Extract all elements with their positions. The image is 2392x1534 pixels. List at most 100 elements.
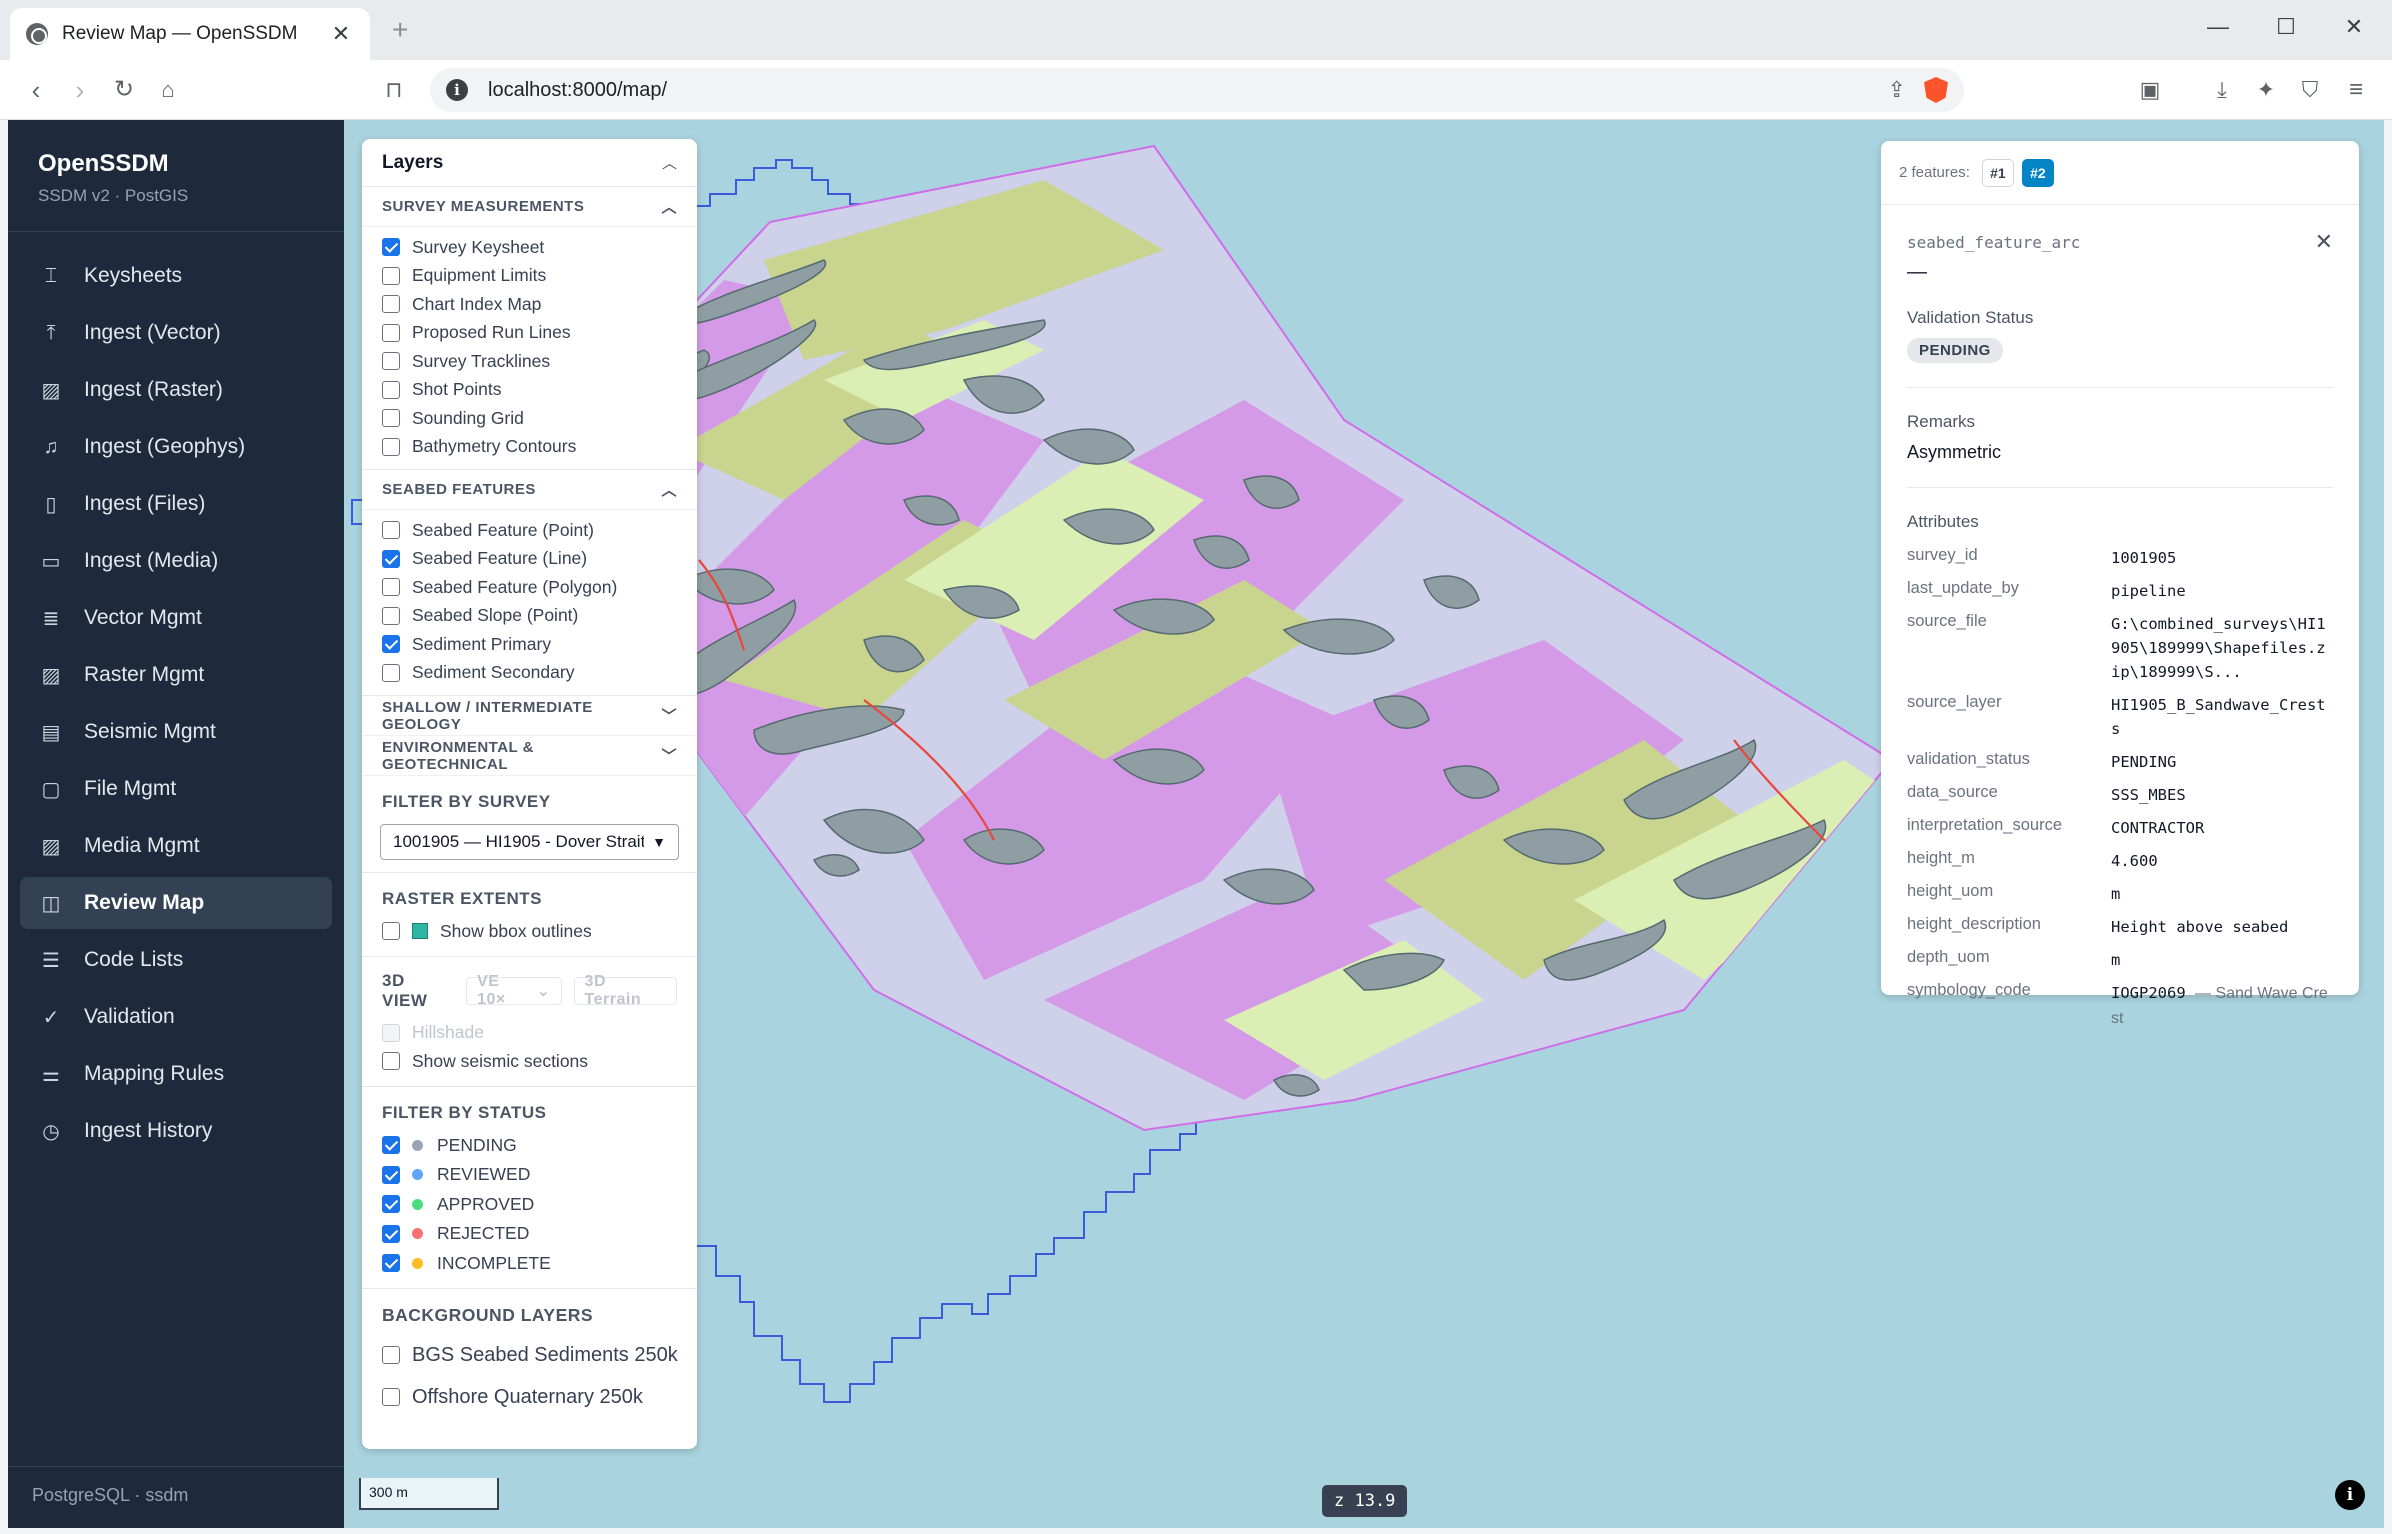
layer-toggle[interactable]: Chart Index Map — [362, 290, 697, 319]
layer-group-header[interactable]: ENVIRONMENTAL & GEOTECHNICAL ﹀ — [362, 736, 697, 776]
layer-toggle[interactable]: Seabed Feature (Point) — [362, 516, 697, 545]
address-bar[interactable]: i localhost:8000/map/ ⇪ — [430, 68, 1964, 112]
layer-toggle[interactable]: Seabed Slope (Point) — [362, 602, 697, 631]
layer-toggle[interactable]: Bathymetry Contours — [362, 433, 697, 462]
home-icon[interactable]: ⌂ — [152, 74, 184, 106]
layer-toggle[interactable]: Survey Keysheet — [362, 233, 697, 262]
layer-checkbox[interactable] — [382, 521, 400, 540]
layer-checkbox[interactable] — [382, 635, 400, 654]
sidebar-item-seismic-mgmt[interactable]: ▤ Seismic Mgmt — [20, 706, 332, 758]
sidebar-item-ingest-files[interactable]: ▯ Ingest (Files) — [20, 478, 332, 530]
status-checkbox[interactable] — [382, 1254, 400, 1273]
sidebar-item-keysheets[interactable]: ⌶ Keysheets — [20, 250, 332, 302]
sidebar-item-mapping-rules[interactable]: ⚌ Mapping Rules — [20, 1048, 332, 1100]
layer-checkbox[interactable] — [382, 238, 400, 257]
layer-group-header[interactable]: SEABED FEATURES ︿ — [362, 470, 697, 510]
layer-checkbox[interactable] — [382, 352, 400, 371]
sidebar-item-ingest-raster[interactable]: ▨ Ingest (Raster) — [20, 364, 332, 416]
chevron-down-icon[interactable]: ﹀ — [661, 705, 677, 726]
sidebar-item-ingest-vector[interactable]: ⤒ Ingest (Vector) — [20, 307, 332, 359]
sidebar-item-validation[interactable]: ✓ Validation — [20, 991, 332, 1043]
background-checkbox[interactable] — [382, 1346, 400, 1364]
chevron-down-icon[interactable]: ﹀ — [661, 745, 677, 766]
layer-toggle[interactable]: Seabed Feature (Line) — [362, 545, 697, 574]
sidebar-item-media-mgmt[interactable]: ▨ Media Mgmt — [20, 820, 332, 872]
status-filter-pending[interactable]: PENDING — [362, 1131, 697, 1161]
status-checkbox[interactable] — [382, 1165, 400, 1184]
background-checkbox[interactable] — [382, 1388, 400, 1406]
status-checkbox[interactable] — [382, 1224, 400, 1243]
chevron-up-icon[interactable]: ︿ — [661, 196, 677, 217]
url-text[interactable]: localhost:8000/map/ — [488, 79, 1888, 102]
layer-toggle[interactable]: Sediment Secondary — [362, 659, 697, 688]
hillshade-checkbox[interactable] — [382, 1023, 400, 1042]
window-close-icon[interactable]: ✕ — [2334, 14, 2374, 40]
background-layer-toggle[interactable]: Offshore Quaternary 250k — [362, 1376, 697, 1418]
site-info-icon[interactable]: i — [446, 79, 468, 101]
layer-checkbox[interactable] — [382, 295, 400, 314]
seismic-toggle[interactable]: Show seismic sections — [362, 1047, 697, 1076]
sidebar-item-ingest-geophys[interactable]: ♫ Ingest (Geophys) — [20, 421, 332, 473]
feature-pill[interactable]: #2 — [2021, 158, 2054, 187]
layer-toggle[interactable]: Sounding Grid — [362, 404, 697, 433]
minimize-icon[interactable]: — — [2198, 14, 2238, 40]
brave-shield-icon[interactable] — [1924, 77, 1948, 103]
sidebar-item-code-lists[interactable]: ☰ Code Lists — [20, 934, 332, 986]
reader-mode-icon[interactable]: ▣ — [2134, 74, 2166, 106]
sidebar-item-vector-mgmt[interactable]: ≣ Vector Mgmt — [20, 592, 332, 644]
share-icon[interactable]: ⇪ — [1888, 77, 1906, 103]
layer-checkbox[interactable] — [382, 578, 400, 597]
layer-checkbox[interactable] — [382, 409, 400, 428]
layer-toggle[interactable]: Survey Tracklines — [362, 347, 697, 376]
seismic-checkbox[interactable] — [382, 1052, 400, 1071]
layer-group-header[interactable]: SURVEY MEASUREMENTS ︿ — [362, 187, 697, 227]
status-filter-incomplete[interactable]: INCOMPLETE — [362, 1249, 697, 1279]
browser-tab[interactable]: Review Map — OpenSSDM ✕ — [10, 8, 370, 60]
layer-checkbox[interactable] — [382, 323, 400, 342]
back-icon[interactable]: ‹ — [20, 74, 52, 106]
menu-icon[interactable]: ≡ — [2340, 74, 2372, 106]
close-tab-icon[interactable]: ✕ — [328, 21, 354, 47]
leo-ai-icon[interactable]: ✦ — [2250, 74, 2282, 106]
sidebar-item-ingest-media[interactable]: ▭ Ingest (Media) — [20, 535, 332, 587]
bbox-outline-toggle[interactable]: Show bbox outlines — [362, 917, 697, 946]
layer-checkbox[interactable] — [382, 380, 400, 399]
layer-toggle[interactable]: Seabed Feature (Polygon) — [362, 573, 697, 602]
sidebar-item-review-map[interactable]: ◫ Review Map — [20, 877, 332, 929]
chevron-up-icon[interactable]: ︿ — [662, 152, 677, 173]
new-tab-icon[interactable]: + — [392, 14, 408, 46]
sidebar-item-raster-mgmt[interactable]: ▨ Raster Mgmt — [20, 649, 332, 701]
feature-pill[interactable]: #1 — [1981, 158, 2014, 187]
status-filter-approved[interactable]: APPROVED — [362, 1190, 697, 1220]
layer-toggle[interactable]: Proposed Run Lines — [362, 319, 697, 348]
layer-toggle[interactable]: Sediment Primary — [362, 630, 697, 659]
hillshade-toggle[interactable]: Hillshade — [362, 1019, 697, 1048]
status-filter-rejected[interactable]: REJECTED — [362, 1219, 697, 1249]
status-checkbox[interactable] — [382, 1195, 400, 1214]
layer-checkbox[interactable] — [382, 549, 400, 568]
layer-checkbox[interactable] — [382, 606, 400, 625]
layer-group-header[interactable]: SHALLOW / INTERMEDIATE GEOLOGY ﹀ — [362, 696, 697, 736]
layer-checkbox[interactable] — [382, 663, 400, 682]
attribution-info-icon[interactable]: i — [2335, 1480, 2365, 1510]
sidebar-item-file-mgmt[interactable]: ▢ File Mgmt — [20, 763, 332, 815]
bookmark-icon[interactable]: ⊓ — [378, 74, 410, 106]
status-filter-reviewed[interactable]: REVIEWED — [362, 1160, 697, 1190]
sidebar-item-ingest-history[interactable]: ◷ Ingest History — [20, 1105, 332, 1157]
maximize-icon[interactable]: ☐ — [2266, 14, 2306, 40]
layer-checkbox[interactable] — [382, 437, 400, 456]
forward-icon[interactable]: › — [64, 74, 96, 106]
layer-toggle[interactable]: Shot Points — [362, 376, 697, 405]
layers-header[interactable]: Layers ︿ — [362, 139, 697, 187]
terrain-button[interactable]: 3D Terrain — [573, 973, 678, 1008]
bbox-checkbox[interactable] — [382, 922, 400, 941]
vpn-shield-icon[interactable]: ⛉ — [2294, 74, 2326, 106]
layer-checkbox[interactable] — [382, 266, 400, 285]
background-layer-toggle[interactable]: BGS Seabed Sediments 250k — [362, 1334, 697, 1376]
close-icon[interactable]: ✕ — [2315, 229, 2333, 255]
download-icon[interactable]: ⤓ — [2206, 74, 2238, 106]
reload-icon[interactable]: ↻ — [108, 74, 140, 106]
status-checkbox[interactable] — [382, 1136, 400, 1155]
layer-toggle[interactable]: Equipment Limits — [362, 262, 697, 291]
ve-select[interactable]: VE 10× ⌄ — [466, 973, 562, 1008]
